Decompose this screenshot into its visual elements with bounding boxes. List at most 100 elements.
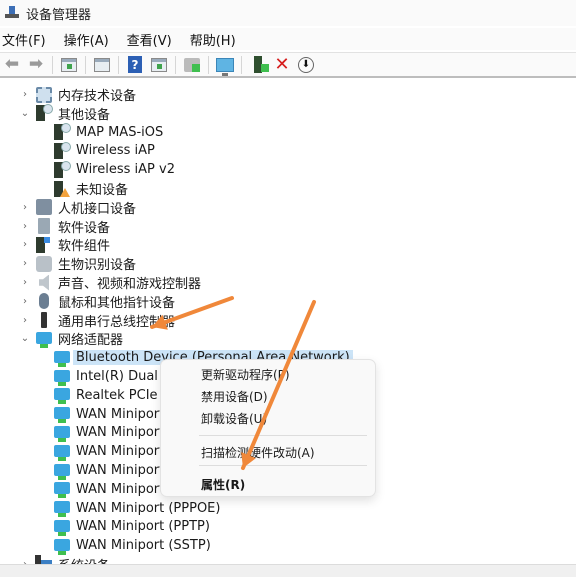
help-icon: ? <box>128 56 142 73</box>
window-title: 设备管理器 <box>26 7 92 23</box>
title-bar: 设备管理器 <box>0 0 576 26</box>
tree-device-item[interactable]: WAN Miniport <box>54 405 164 424</box>
toolbar-separator <box>208 55 209 74</box>
tree-device-item[interactable]: WAN Miniport <box>54 442 164 461</box>
menu-help[interactable]: 帮助(H) <box>188 30 238 49</box>
tree-category[interactable]: › 声音、视频和游戏控制器 <box>18 273 201 292</box>
tree-item-label: Wireless iAP v2 <box>76 162 175 178</box>
chevron-right-icon[interactable]: › <box>18 258 32 269</box>
disable-device-button[interactable]: ⬇ <box>296 55 316 75</box>
tree-device-item[interactable]: Wireless iAP <box>54 141 155 160</box>
tree-category[interactable]: ⌄ 其他设备 <box>18 104 110 123</box>
tree-item-label: WAN Miniport <box>76 425 165 441</box>
tree-device-item[interactable]: 未知设备 <box>54 179 128 198</box>
unknown-device-warning-icon <box>54 180 70 197</box>
network-adapter-icon <box>54 444 70 461</box>
disable-device-menu-item[interactable]: 禁用设备(D) <box>201 388 268 405</box>
scan-hardware-menu-item[interactable]: 扫描检测硬件改动(A) <box>201 444 315 461</box>
tree-item-label: 生物识别设备 <box>58 258 137 274</box>
tree-item-label: 声音、视频和游戏控制器 <box>58 277 202 292</box>
toolbar-separator <box>85 55 86 74</box>
tree-item-label: Wireless iAP <box>76 143 155 159</box>
tree-item-label: 鼠标和其他指针设备 <box>58 295 176 311</box>
tree-device-item[interactable]: WAN Miniport (PPTP) <box>54 517 210 536</box>
tree-category[interactable]: › 软件设备 <box>18 217 110 236</box>
tree-device-item[interactable]: Wireless iAP v2 <box>54 160 175 179</box>
mouse-icon <box>39 293 49 310</box>
enable-device-button[interactable] <box>248 55 269 75</box>
tree-device-item[interactable]: Intel(R) Dual B <box>54 367 171 386</box>
tree-category[interactable]: › 软件组件 <box>18 235 110 254</box>
uninstall-device-button[interactable]: ✕ <box>272 55 292 75</box>
tree-item-label: 未知设备 <box>76 183 129 198</box>
network-adapter-icon <box>36 331 52 348</box>
tree-category[interactable]: › 人机接口设备 <box>18 198 136 217</box>
tree-item-label: 人机接口设备 <box>58 201 137 217</box>
toolbar-separator <box>241 55 242 74</box>
network-adapter-icon <box>54 519 70 536</box>
network-adapter-icon <box>54 388 70 405</box>
tree-device-item[interactable]: WAN Miniport (SSTP) <box>54 536 211 555</box>
network-adapter-icon <box>54 350 70 367</box>
tree-device-item[interactable]: Realtek PCIe G <box>54 386 172 405</box>
network-adapter-icon <box>54 482 70 499</box>
properties-menu-item[interactable]: 属性(R) <box>201 476 245 493</box>
tree-item-label: 通用串行总线控制器 <box>58 314 176 330</box>
toolbar: ⬅ ➡ ? ✕ ⬇ <box>0 52 576 78</box>
status-bar <box>0 564 576 577</box>
menu-separator <box>199 435 367 436</box>
tree-category[interactable]: › 鼠标和其他指针设备 <box>18 292 175 311</box>
chevron-down-icon[interactable]: ⌄ <box>18 108 32 119</box>
other-device-icon <box>36 104 53 122</box>
tree-item-label: Realtek PCIe G <box>76 387 172 403</box>
memory-icon <box>36 86 52 103</box>
device-manager-icon <box>4 5 20 21</box>
tree-item-label: 其他设备 <box>58 107 111 123</box>
chevron-right-icon[interactable]: › <box>18 221 32 232</box>
properties-button[interactable] <box>92 55 112 75</box>
tree-device-item[interactable]: WAN Miniport <box>54 480 164 499</box>
help-button[interactable]: ? <box>125 55 145 75</box>
menu-view[interactable]: 查看(V) <box>125 30 174 49</box>
forward-button[interactable]: ➡ <box>26 55 46 75</box>
tree-device-item[interactable]: WAN Miniport (PPPOE) <box>54 499 220 518</box>
back-button[interactable]: ⬅ <box>2 55 22 75</box>
update-driver-icon <box>184 57 200 72</box>
tree-device-item[interactable]: MAP MAS-iOS <box>54 123 163 142</box>
network-adapter-icon <box>54 425 70 442</box>
action-pane-button[interactable] <box>149 55 169 75</box>
arrow-right-icon: ➡ <box>28 54 44 74</box>
menu-separator <box>199 465 367 466</box>
tree-category[interactable]: ⌄ 网络适配器 <box>18 329 123 348</box>
tree-item-label: WAN Miniport (PPPOE) <box>76 500 221 516</box>
tree-item-label: Intel(R) Dual B <box>76 369 171 384</box>
other-device-icon <box>54 123 71 141</box>
tree-item-label: WAN Miniport (SSTP) <box>76 538 211 554</box>
network-adapter-icon <box>54 538 70 555</box>
tree-item-label: WAN Miniport <box>76 463 165 478</box>
uninstall-device-menu-item[interactable]: 卸载设备(U) <box>201 410 267 427</box>
update-driver-menu-item[interactable]: 更新驱动程序(P) <box>201 366 290 383</box>
tree-category[interactable]: › 通用串行总线控制器 <box>18 311 175 330</box>
network-adapter-icon <box>54 407 70 424</box>
menu-action[interactable]: 操作(A) <box>62 30 111 49</box>
show-hide-console-tree-button[interactable] <box>59 55 79 75</box>
chevron-right-icon[interactable]: › <box>18 202 32 213</box>
menu-file[interactable]: 文件(F) <box>0 30 48 49</box>
context-menu: 更新驱动程序(P) 禁用设备(D) 卸载设备(U) 扫描检测硬件改动(A) 属性(R) <box>160 359 376 497</box>
chevron-right-icon[interactable]: › <box>18 315 32 326</box>
tree-device-item[interactable]: WAN Miniport <box>54 423 164 442</box>
chevron-down-icon[interactable]: ⌄ <box>18 333 32 344</box>
arrow-left-icon: ⬅ <box>4 54 20 74</box>
update-driver-button[interactable] <box>182 55 202 75</box>
chevron-right-icon[interactable]: › <box>18 239 32 250</box>
tree-item-label: WAN Miniport <box>76 406 165 422</box>
chevron-right-icon[interactable]: › <box>18 277 32 288</box>
tree-category[interactable]: › 生物识别设备 <box>18 254 136 273</box>
tree-category[interactable]: › 内存技术设备 <box>18 85 136 104</box>
chevron-right-icon[interactable]: › <box>18 296 32 307</box>
tree-device-item[interactable]: WAN Miniport <box>54 461 164 480</box>
scan-hardware-button[interactable] <box>215 55 235 76</box>
chevron-right-icon[interactable]: › <box>18 89 32 100</box>
action-pane-icon <box>151 57 167 72</box>
